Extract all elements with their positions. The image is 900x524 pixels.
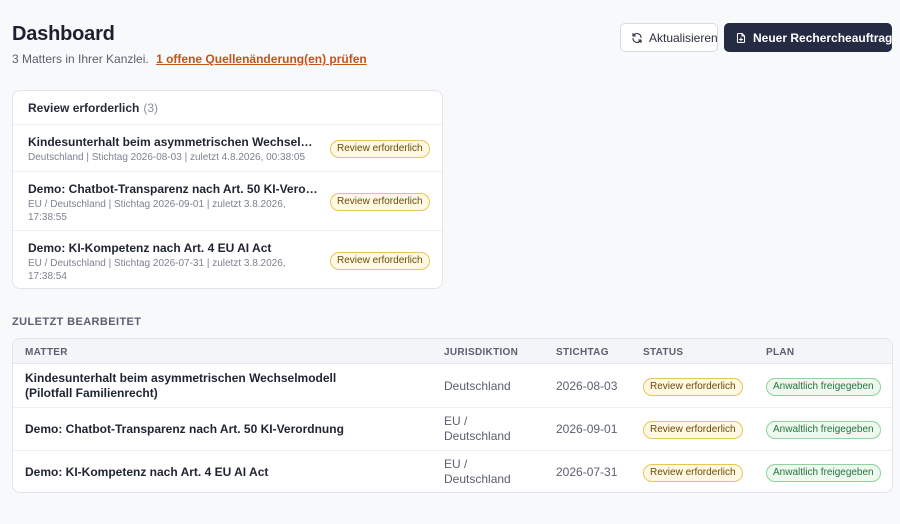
review-item-title: Kindesunterhalt beim asymmetrischen Wech… — [28, 135, 320, 149]
page-header: Dashboard 3 Matters in Ihrer Kanzlei. 1 … — [12, 22, 892, 72]
jurisdiction-cell: EU / Deutschland — [444, 414, 511, 443]
table-row[interactable]: Kindesunterhalt beim asymmetrischen Wech… — [13, 364, 892, 408]
refresh-button-label: Aktualisieren — [649, 30, 718, 45]
column-header-date: STICHTAG — [556, 347, 609, 358]
review-item-title: Demo: KI-Kompetenz nach Art. 4 EU AI Act — [28, 241, 272, 255]
review-required-card: Review erforderlich (3) Kindesunterhalt b… — [12, 90, 443, 289]
plan-badge: Anwaltlich freigegeben — [766, 421, 881, 439]
new-research-request-label: Neuer Rechercheauftrag — [753, 30, 893, 45]
review-item[interactable]: Kindesunterhalt beim asymmetrischen Wech… — [13, 125, 442, 172]
recent-matters-table: MATTER JURISDIKTION STICHTAG STATUS PLAN… — [12, 338, 893, 493]
page-title: Dashboard — [12, 23, 115, 45]
review-item[interactable]: Demo: Chatbot-Transparenz nach Art. 50 K… — [13, 172, 442, 231]
table-row[interactable]: Demo: KI-Kompetenz nach Art. 4 EU AI Act… — [13, 451, 892, 492]
status-badge: Review erforderlich — [330, 140, 430, 158]
matters-summary: 3 Matters in Ihrer Kanzlei. 1 offene Que… — [12, 52, 367, 66]
review-card-header: Review erforderlich (3) — [13, 91, 442, 125]
plan-badge: Anwaltlich freigegeben — [766, 378, 881, 396]
document-plus-icon — [736, 32, 746, 43]
review-item[interactable]: Demo: KI-Kompetenz nach Art. 4 EU AI Act… — [13, 231, 442, 289]
new-research-request-button[interactable]: Neuer Rechercheauftrag — [724, 23, 892, 52]
matter-cell: Demo: KI-Kompetenz nach Art. 4 EU AI Act — [25, 465, 269, 479]
status-badge: Review erforderlich — [330, 193, 430, 211]
review-item-meta: Deutschland | Stichtag 2026-08-03 | zule… — [28, 152, 306, 163]
matters-count-text: 3 Matters in Ihrer Kanzlei. — [12, 52, 149, 66]
date-cell: 2026-09-01 — [556, 422, 618, 436]
status-badge: Review erforderlich — [643, 464, 743, 482]
review-item-title: Demo: Chatbot-Transparenz nach Art. 50 K… — [28, 182, 320, 196]
review-item-meta: EU / Deutschland | Stichtag 2026-07-31 |… — [28, 258, 286, 282]
table-header: MATTER JURISDIKTION STICHTAG STATUS PLAN — [13, 339, 892, 364]
table-row[interactable]: Demo: Chatbot-Transparenz nach Art. 50 K… — [13, 408, 892, 451]
date-cell: 2026-07-31 — [556, 465, 618, 479]
review-card-title: Review erforderlich — [28, 101, 140, 115]
refresh-icon — [632, 32, 642, 43]
status-badge: Review erforderlich — [330, 252, 430, 270]
status-badge: Review erforderlich — [643, 421, 743, 439]
review-item-meta: EU / Deutschland | Stichtag 2026-09-01 |… — [28, 199, 286, 223]
pending-source-changes-link[interactable]: 1 offene Quellenänderung(en) prüfen — [156, 52, 367, 66]
recent-section-title: ZULETZT BEARBEITET — [12, 316, 142, 328]
column-header-status: STATUS — [643, 347, 684, 358]
refresh-button[interactable]: Aktualisieren — [620, 23, 718, 52]
column-header-jurisdiction: JURISDIKTION — [444, 347, 519, 358]
plan-badge: Anwaltlich freigegeben — [766, 464, 881, 482]
jurisdiction-cell: EU / Deutschland — [444, 457, 511, 486]
jurisdiction-cell: Deutschland — [444, 379, 511, 393]
matter-cell: Demo: Chatbot-Transparenz nach Art. 50 K… — [25, 422, 344, 436]
status-badge: Review erforderlich — [643, 378, 743, 396]
date-cell: 2026-08-03 — [556, 379, 618, 393]
column-header-plan: PLAN — [766, 347, 795, 358]
matter-cell: Kindesunterhalt beim asymmetrischen Wech… — [25, 371, 337, 400]
review-count: (3) — [143, 101, 159, 115]
column-header-matter: MATTER — [25, 347, 68, 358]
